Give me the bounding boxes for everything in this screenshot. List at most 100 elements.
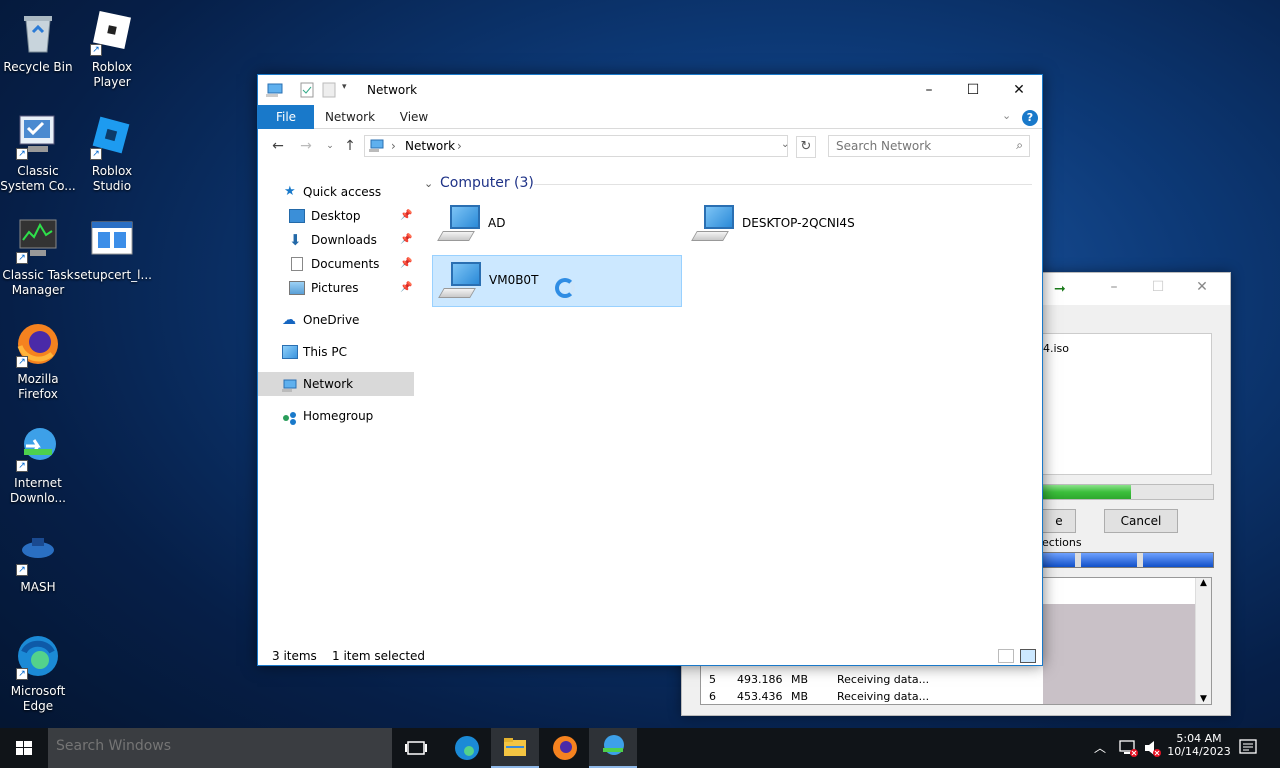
desktop-icon-edge[interactable]: ↗ Microsoft Edge <box>0 632 76 714</box>
pictures-icon <box>289 281 305 295</box>
up-arrow-icon[interactable]: ↑ <box>340 136 360 156</box>
taskbar-search-box[interactable] <box>48 728 392 768</box>
start-button[interactable] <box>0 728 48 768</box>
explorer-titlebar[interactable]: ▾ Network – ☐ ✕ <box>258 75 1042 105</box>
customize-qat-icon[interactable]: ▾ <box>342 82 347 98</box>
desktop-icon-classic-system-config[interactable]: ↗ Classic System Co... <box>0 112 76 194</box>
recent-locations-icon[interactable]: ⌄ <box>320 136 340 156</box>
computer-icon <box>437 205 482 245</box>
computer-icon <box>282 345 298 359</box>
desktop-icon-mash[interactable]: ↗ MASH <box>0 528 76 595</box>
file-list-pane[interactable]: ⌄ Computer (3) AD DESKTOP-2QCNI4S VM0B0T <box>424 171 1036 651</box>
homegroup-icon <box>282 409 298 425</box>
clock-time: 5:04 AM <box>1176 732 1222 745</box>
volume-muted-icon[interactable] <box>1142 738 1162 768</box>
desktop-icon-idm[interactable]: ↗ Internet Downlo... <box>0 424 76 506</box>
ribbon-expand-icon[interactable]: ⌄ <box>1002 109 1011 122</box>
scroll-down-arrow[interactable]: ▼ <box>1196 694 1211 704</box>
taskbar-idm[interactable] <box>589 728 637 768</box>
system-config-icon: ↗ <box>14 112 62 160</box>
taskbar-file-explorer[interactable] <box>491 728 539 768</box>
pin-icon[interactable]: 📌 <box>400 228 412 252</box>
task-view-button[interactable] <box>392 728 440 768</box>
file-explorer-window[interactable]: ▾ Network – ☐ ✕ File Network View ⌄ ? ← … <box>257 74 1043 666</box>
close-button[interactable]: ✕ <box>996 75 1042 105</box>
notification-center-icon[interactable] <box>1238 738 1258 768</box>
details-view-icon[interactable] <box>998 649 1014 663</box>
computer-item-ad[interactable]: AD <box>432 199 682 251</box>
recycle-bin-icon <box>14 8 62 56</box>
network-window-icon <box>266 82 284 98</box>
computer-item-vm0b0t[interactable]: VM0B0T <box>432 255 682 307</box>
nav-item-quick-access[interactable]: ★ Quick access <box>258 180 414 204</box>
idm-pause-button[interactable]: e <box>1042 509 1076 533</box>
pin-icon[interactable]: 📌 <box>400 276 412 300</box>
address-bar[interactable]: › Network › ⌄ <box>364 135 789 157</box>
computer-icon <box>691 205 736 245</box>
group-header-computer[interactable]: ⌄ Computer (3) <box>424 175 1034 193</box>
document-icon <box>291 257 303 271</box>
desktop-icon-firefox[interactable]: ↗ Mozilla Firefox <box>0 320 76 402</box>
clock-date: 10/14/2023 <box>1167 745 1231 758</box>
windows-logo-icon <box>16 741 32 755</box>
new-folder-icon[interactable] <box>322 82 336 98</box>
nav-item-pictures[interactable]: Pictures 📌 <box>258 276 414 300</box>
search-box[interactable]: ⌕ <box>828 135 1030 157</box>
pin-icon[interactable]: 📌 <box>400 252 412 276</box>
collapse-chevron-icon[interactable]: ⌄ <box>424 177 433 190</box>
help-icon[interactable]: ? <box>1022 110 1038 126</box>
idm-minimize-button[interactable]: – <box>1104 279 1124 299</box>
nav-item-homegroup[interactable]: Homegroup <box>258 404 414 428</box>
idm-progress-bar <box>1042 484 1214 500</box>
taskbar-search-input[interactable] <box>56 738 376 754</box>
nav-item-this-pc[interactable]: This PC <box>258 340 414 364</box>
shortcut-arrow-icon: ↗ <box>90 148 102 160</box>
back-arrow-icon[interactable]: ← <box>268 136 288 156</box>
taskbar-firefox[interactable] <box>541 728 589 768</box>
forward-arrow-icon[interactable]: → <box>296 136 316 156</box>
network-tray-icon[interactable] <box>1118 738 1138 768</box>
clock[interactable]: 5:04 AM 10/14/2023 <box>1164 728 1234 768</box>
tab-network[interactable]: Network <box>320 105 380 129</box>
idm-list-scrollbar[interactable]: ▲ ▼ <box>1195 578 1211 704</box>
network-icon <box>282 377 298 392</box>
pin-icon[interactable]: 📌 <box>400 204 412 228</box>
breadcrumb-network[interactable]: Network <box>405 139 455 153</box>
tab-file[interactable]: File <box>258 105 314 129</box>
desktop-icon-roblox-player[interactable]: ↗ Roblox Player <box>74 8 150 90</box>
properties-icon[interactable] <box>300 82 314 98</box>
large-icons-view-icon[interactable] <box>1020 649 1036 663</box>
refresh-icon[interactable]: ↻ <box>796 136 816 158</box>
nav-item-onedrive[interactable]: ☁ OneDrive <box>258 308 414 332</box>
idm-close-button[interactable]: ✕ <box>1192 279 1212 299</box>
breadcrumb-chevron-icon[interactable]: › <box>391 139 396 153</box>
desktop-icon-recycle-bin[interactable]: Recycle Bin <box>0 8 76 75</box>
address-dropdown-icon[interactable]: ⌄ <box>781 139 789 150</box>
search-input[interactable] <box>829 136 999 156</box>
desktop-icon-classic-task-manager[interactable]: ↗ Classic Task Manager <box>0 216 76 298</box>
scroll-up-arrow[interactable]: ▲ <box>1196 578 1211 588</box>
desktop-icon-roblox-studio[interactable]: ↗ Roblox Studio <box>74 112 150 194</box>
taskbar: ︿ 5:04 AM 10/14/2023 <box>0 728 1280 768</box>
breadcrumb-chevron-icon[interactable]: › <box>457 139 462 153</box>
tab-view[interactable]: View <box>392 105 436 129</box>
idm-connections-label: ections <box>1042 536 1082 549</box>
computer-item-desktop-2qcni4s[interactable]: DESKTOP-2QCNI4S <box>686 199 936 251</box>
desktop-icon-label: Roblox Player <box>91 60 133 89</box>
taskbar-edge[interactable] <box>443 728 491 768</box>
idm-maximize-button[interactable]: ☐ <box>1148 279 1168 299</box>
nav-item-desktop[interactable]: Desktop 📌 <box>258 204 414 228</box>
idm-segment-bar <box>1042 552 1214 568</box>
show-hidden-icons-chevron-icon[interactable]: ︿ <box>1094 728 1106 768</box>
nav-item-downloads[interactable]: ⬇ Downloads 📌 <box>258 228 414 252</box>
nav-item-network[interactable]: Network <box>258 372 414 396</box>
network-location-icon <box>369 139 385 156</box>
minimize-button[interactable]: – <box>906 75 952 105</box>
maximize-button[interactable]: ☐ <box>950 75 996 105</box>
nav-item-documents[interactable]: Documents 📌 <box>258 252 414 276</box>
edge-icon <box>455 736 479 760</box>
idm-cancel-button[interactable]: Cancel <box>1104 509 1178 533</box>
search-icon[interactable]: ⌕ <box>1016 138 1023 153</box>
desktop-icon-setupcert[interactable]: setupcert_l... <box>74 216 152 283</box>
computer-icon <box>438 262 483 302</box>
